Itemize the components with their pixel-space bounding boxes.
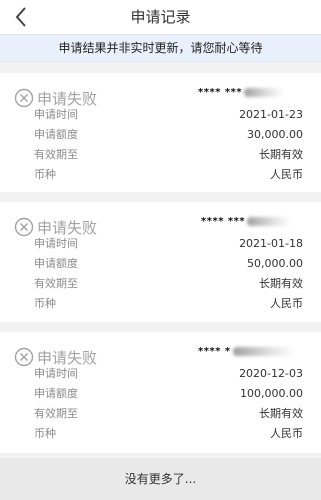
field-row: 申请时间 2021-01-18 — [34, 235, 303, 253]
field-value: 长期有效 — [259, 277, 303, 290]
record-card[interactable]: 申请失败 **** *** 申请时间 2021-01-18 申请额度 50,00… — [0, 202, 321, 322]
field-value: 人民币 — [270, 297, 303, 310]
field-value: 2020-12-03 — [239, 367, 303, 380]
field-label: 申请时间 — [34, 108, 78, 121]
record-card[interactable]: 申请失败 **** * 申请时间 2020-12-03 申请额度 100,000… — [0, 332, 321, 453]
field-row: 有效期至 长期有效 — [34, 146, 303, 164]
field-row: 申请额度 50,000.00 — [34, 255, 303, 273]
account-number: **** *** — [198, 87, 285, 98]
account-number: **** * — [198, 346, 295, 357]
blurred-account — [247, 217, 292, 226]
notice-banner: 申请结果并非实时更新，请您耐心等待 — [0, 34, 321, 62]
account-mask: **** * — [198, 346, 231, 357]
circle-x-icon — [14, 217, 34, 237]
nav-bar: 申请记录 — [0, 0, 321, 34]
field-value: 长期有效 — [259, 407, 303, 420]
field-label: 币种 — [34, 427, 56, 440]
page-title: 申请记录 — [130, 8, 191, 26]
field-row: 申请额度 100,000.00 — [34, 385, 303, 403]
blurred-account — [232, 347, 295, 356]
field-value: 2021-01-18 — [239, 237, 303, 250]
field-label: 有效期至 — [34, 148, 78, 161]
account-mask: **** *** — [201, 216, 246, 227]
account-mask: **** *** — [198, 87, 243, 98]
field-row: 有效期至 长期有效 — [34, 275, 303, 293]
record-card[interactable]: 申请失败 **** *** 申请时间 2021-01-23 申请额度 30,00… — [0, 73, 321, 192]
field-label: 申请时间 — [34, 367, 78, 380]
circle-x-icon — [14, 88, 34, 108]
field-row: 申请额度 30,000.00 — [34, 126, 303, 144]
field-row: 币种 人民币 — [34, 425, 303, 443]
field-value: 50,000.00 — [247, 257, 303, 270]
blurred-account — [244, 88, 285, 97]
field-label: 申请时间 — [34, 237, 78, 250]
field-label: 申请额度 — [34, 387, 78, 400]
field-row: 有效期至 长期有效 — [34, 405, 303, 423]
field-label: 有效期至 — [34, 407, 78, 420]
field-label: 申请额度 — [34, 128, 78, 141]
field-value: 人民币 — [270, 427, 303, 440]
field-value: 2021-01-23 — [239, 108, 303, 121]
field-row: 币种 人民币 — [34, 166, 303, 184]
field-row: 申请时间 2021-01-23 — [34, 106, 303, 124]
field-value: 长期有效 — [259, 148, 303, 161]
field-row: 申请时间 2020-12-03 — [34, 365, 303, 383]
account-number: **** *** — [201, 216, 292, 227]
field-value: 30,000.00 — [247, 128, 303, 141]
field-row: 币种 人民币 — [34, 295, 303, 313]
field-value: 100,000.00 — [240, 387, 303, 400]
no-more-footer: 没有更多了... — [0, 458, 321, 500]
field-value: 人民币 — [270, 168, 303, 181]
field-label: 申请额度 — [34, 257, 78, 270]
field-label: 有效期至 — [34, 277, 78, 290]
circle-x-icon — [14, 347, 34, 367]
field-label: 币种 — [34, 168, 56, 181]
field-label: 币种 — [34, 297, 56, 310]
